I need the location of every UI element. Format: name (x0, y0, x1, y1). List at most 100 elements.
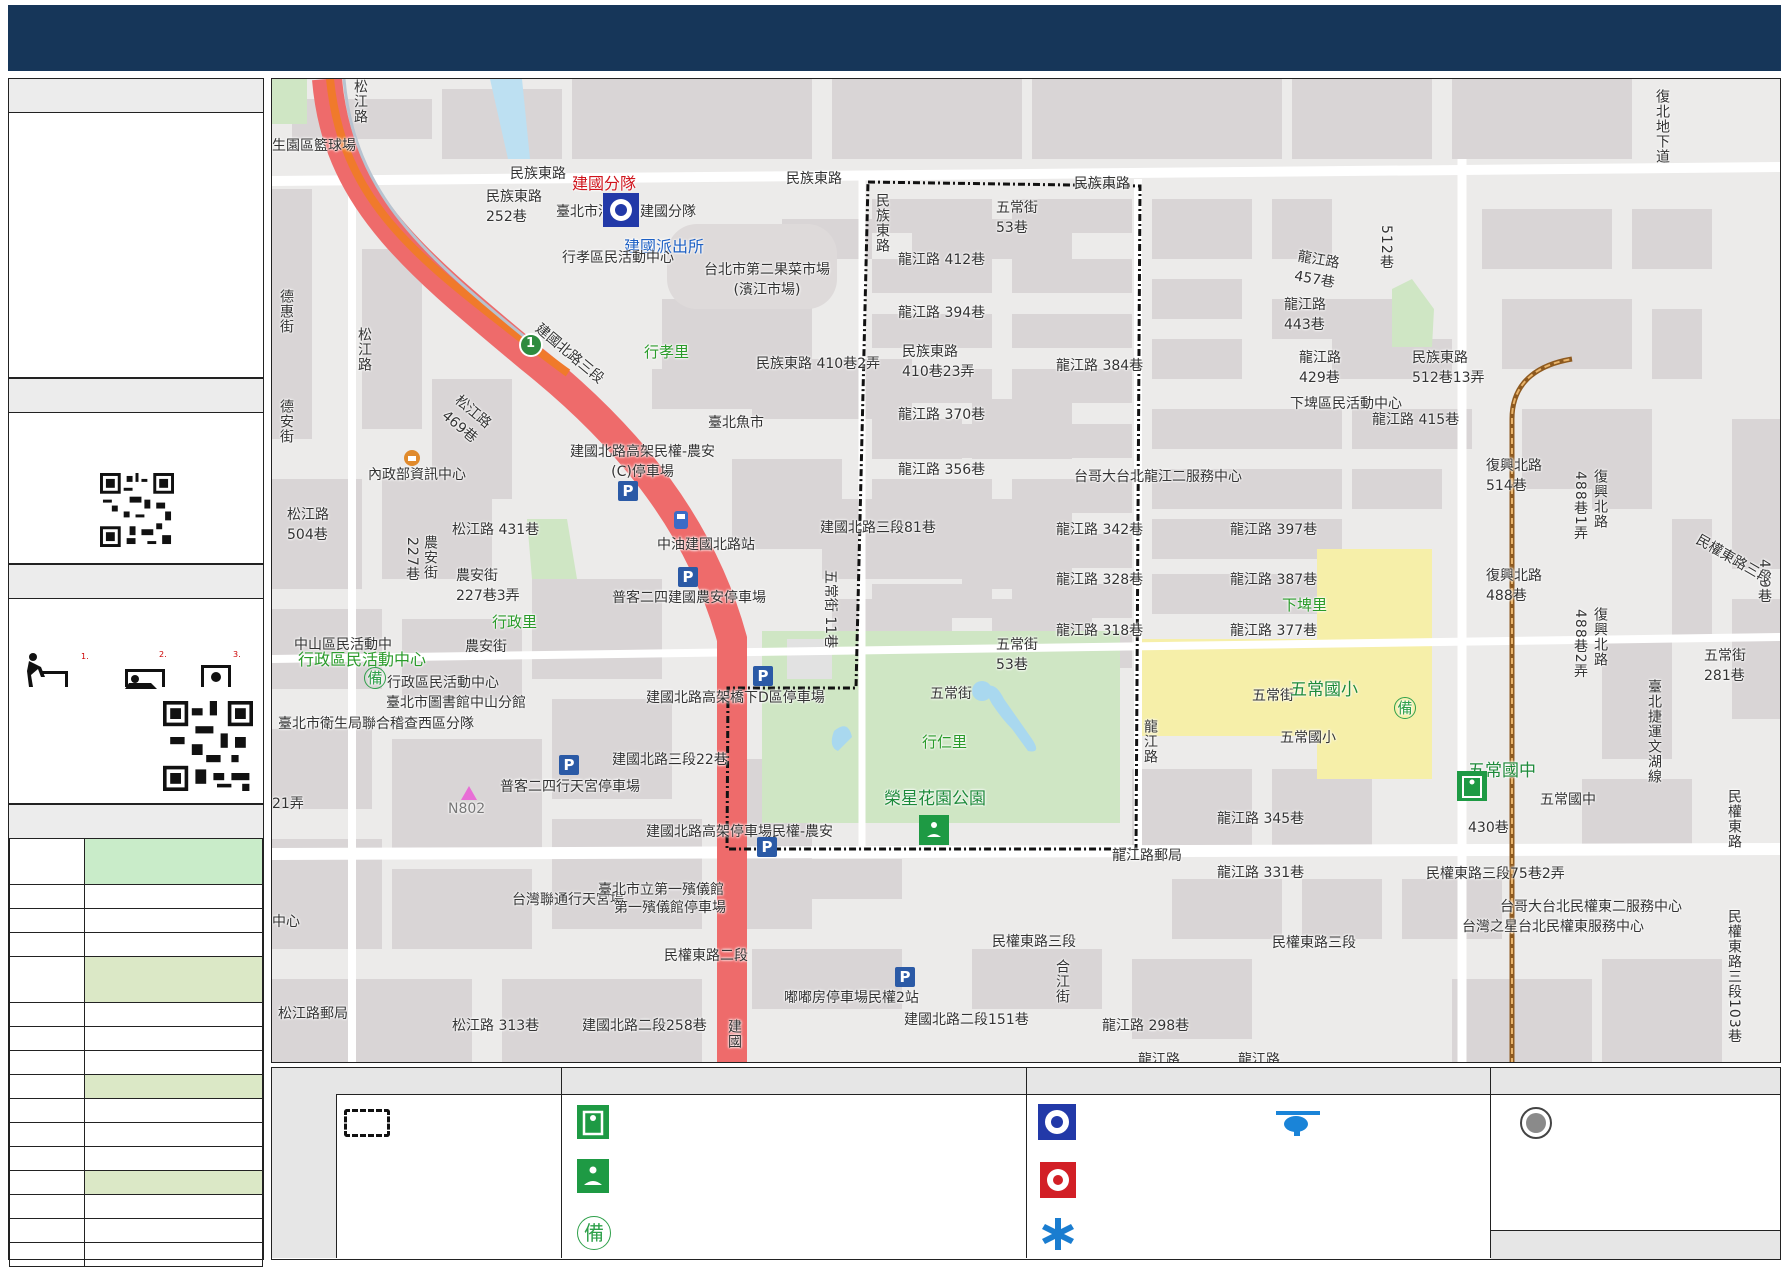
fire-station-label: 建國分隊 (572, 174, 637, 193)
park-label: 榮星花園公園 (884, 789, 986, 809)
gas-station-icon (674, 511, 688, 529)
place-label: 五常國中 (1540, 792, 1596, 808)
street-label: 五常街 11巷 (822, 569, 839, 649)
street-label: 民族東路 410巷23弄 (902, 344, 975, 380)
place-label: 下埤區民活動中心 (1290, 396, 1402, 412)
street-label: 430巷 (1468, 820, 1509, 836)
qr-code[interactable] (100, 473, 174, 547)
header-bar (8, 5, 1781, 71)
street-label: 松江路 431巷 (452, 522, 540, 538)
street-label: 農安街 227巷3弄 (456, 568, 520, 604)
street-label: 民權東路二段 (664, 948, 748, 964)
street-label: 復北地下道 (1654, 89, 1670, 164)
place-label: 普客二四行天宮停車場 (500, 779, 640, 795)
place-label: 台北市第二果菜市場 (濱江市場) (704, 262, 830, 298)
evacuation-icon (1457, 771, 1487, 801)
street-label: 龍江路 298巷 (1102, 1018, 1190, 1034)
street-label: 民族東路 410巷2弄 (756, 356, 881, 372)
street-label: 民權東路三段75巷2弄 (1426, 866, 1565, 882)
parking-icon: P (559, 755, 579, 775)
street-label: 龍江路 457巷 (1293, 248, 1341, 292)
street-label: 松江路 504巷 (287, 507, 329, 543)
street-label: 五常街 (1252, 688, 1294, 704)
parking-icon: P (618, 481, 638, 501)
place-label: 嘟嘟房停車場民權2站 (784, 990, 919, 1006)
qr-panel (8, 378, 264, 564)
street-label: 松江路 (356, 327, 372, 372)
street-label: 龍江路 397巷 (1230, 522, 1318, 538)
street-label: 民權東路三段 (992, 934, 1076, 950)
helicopter-legend-icon (1276, 1111, 1320, 1136)
street-label: 農安街 (422, 535, 438, 580)
street-label: 德惠街 (278, 289, 294, 334)
street-label: 龍江路 394巷 (898, 305, 986, 321)
street-label: 龍江路 328巷 (1056, 572, 1144, 588)
street-label: 民族東路 252巷 (486, 189, 542, 225)
place-label: 內政部資訊中心 (368, 467, 466, 483)
street-label: 松江路 (352, 79, 368, 124)
village-label: 下埤里 (1282, 596, 1328, 614)
place-label: N802 (448, 801, 486, 817)
map-view[interactable]: 1 民族東路 民族東路 民族東路 民族東路 410巷2弄 建國北路三段81巷 建… (271, 78, 1781, 1063)
street-label: 512巷 (1378, 225, 1394, 270)
street-label: 227巷 (404, 537, 420, 582)
police-legend-icon (1038, 1104, 1076, 1140)
parking-icon: P (678, 567, 698, 587)
svg-text:2.: 2. (159, 650, 167, 659)
drop-cover-hold-icon: 1. 2. 3. (27, 650, 241, 689)
street-label: 龍江路 342巷 (1056, 522, 1144, 538)
qr-panel-title (9, 379, 263, 413)
street-label: 民族東路 (874, 193, 890, 253)
hospital-icon (404, 450, 420, 466)
street-label: 民權東路三段103巷 (1726, 909, 1742, 1044)
street-label: 龍江路 (1142, 719, 1158, 764)
street-label: 民族東路 (510, 166, 566, 182)
place-label: 建國北路高架橋下D區停車場 (646, 690, 825, 706)
street-label: 488巷1弄 (1572, 471, 1588, 541)
qr-code-2[interactable] (163, 701, 253, 791)
place-label: 臺北市圖書館中山分館 (386, 695, 526, 711)
contact-panel (8, 804, 264, 1267)
street-label: 龍江路 384巷 (1056, 358, 1144, 374)
village-label: 行仁里 (922, 733, 968, 751)
place-label: 臺北魚市 (708, 415, 764, 431)
triangle-marker-icon (461, 786, 477, 800)
place-label: 21弄 (272, 796, 304, 812)
place-label: 建國北路高架民權-農安 (C)停車場 (570, 444, 716, 480)
place-label: 建國北路高架停車場民權-農安 (646, 824, 834, 840)
place-label: 台灣之星台北民權東服務中心 (1462, 919, 1644, 935)
street-label: 龍江路 387巷 (1230, 572, 1318, 588)
parking-icon: P (895, 967, 915, 987)
street-label: 民族東路 (786, 171, 842, 187)
street-label: 德安街 (278, 399, 294, 444)
quake-panel-title (9, 565, 263, 599)
shelter-reserve-icon: 備 (364, 667, 386, 689)
place-label: 五常國小 (1280, 730, 1336, 746)
place-label: 松江路郵局 (278, 1006, 348, 1022)
contact-table (9, 838, 263, 1267)
place-label: 第一殯儀館停車場 (614, 900, 726, 916)
shelter-reserve-icon: 備 (1394, 697, 1416, 719)
freeway-shield-label: 1 (526, 336, 536, 351)
info-panel (8, 78, 264, 378)
street-label: 龍江路 429巷 (1299, 350, 1341, 386)
street-label: 復興北路 488巷 (1486, 568, 1542, 604)
place-label: 台哥大台北民權東二服務中心 (1500, 899, 1682, 915)
street-label: 龍江路 (1138, 1052, 1180, 1063)
street-label: 民權東路 (1726, 789, 1742, 849)
boundary-legend-icon (344, 1109, 390, 1137)
contact-panel-title (9, 805, 263, 839)
street-label: 建國 (726, 1019, 742, 1049)
street-label: 五常街 281巷 (1704, 648, 1746, 684)
police-badge-icon (603, 193, 639, 227)
street-label: 民族東路 (1074, 176, 1130, 192)
street-label: 五常街 53巷 (996, 637, 1038, 673)
street-label: 五常街 (930, 686, 972, 702)
medical-legend-icon (1042, 1218, 1074, 1250)
info-panel-title (9, 79, 263, 113)
street-label: 松江路 313巷 (452, 1018, 540, 1034)
street-label: 建國北路二段258巷 (582, 1018, 707, 1034)
village-label: 行孝里 (644, 343, 690, 361)
street-label: 龍江路 370巷 (898, 407, 986, 423)
street-label: 農安街 (465, 639, 507, 655)
